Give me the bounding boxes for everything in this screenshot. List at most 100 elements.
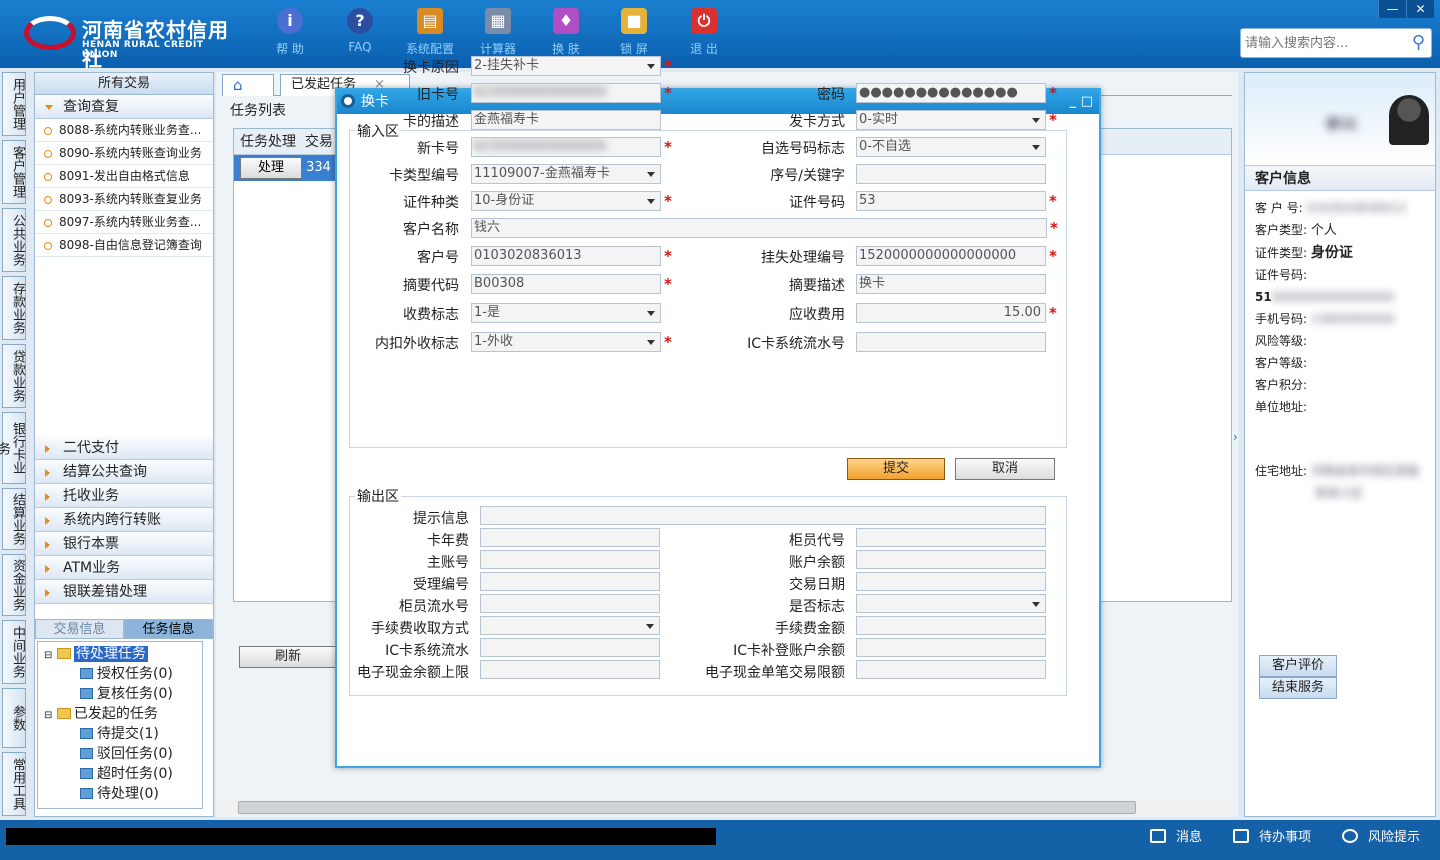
output-7-field[interactable]: [480, 660, 660, 679]
list-item[interactable]: 8091-发出自由格式信息: [35, 165, 213, 188]
settings-button[interactable]: ▤ 系统配置: [404, 8, 456, 57]
field-8-input[interactable]: B00308: [471, 274, 661, 294]
help-button[interactable]: i 帮 助: [264, 8, 316, 57]
tree-node[interactable]: 超时任务(0): [38, 764, 202, 784]
section-query[interactable]: 查询查复: [35, 95, 213, 119]
vtab-customer-mgmt[interactable]: 客户管理: [2, 140, 26, 204]
submit-button[interactable]: 提交: [847, 458, 945, 480]
risk-alert-button[interactable]: 风险提示: [1342, 828, 1420, 848]
output-r1-field[interactable]: [856, 550, 1046, 569]
field-1-input[interactable]: 6230000000000000: [471, 83, 661, 103]
calculator-button[interactable]: ▦ 计算器: [472, 8, 524, 57]
field-0-select[interactable]: 2-挂失补卡: [471, 56, 661, 76]
horizontal-scrollbar[interactable]: [222, 800, 1232, 815]
output-r4-field[interactable]: [856, 616, 1046, 635]
tree-node[interactable]: 复核任务(0): [38, 684, 202, 704]
field-7-input[interactable]: 0103020836013: [471, 246, 661, 266]
field-r4-input[interactable]: 53: [856, 191, 1046, 211]
output-r0-field[interactable]: [856, 528, 1046, 547]
vtab-params[interactable]: 参数: [2, 688, 26, 748]
section-atm[interactable]: ATM业务: [35, 556, 213, 580]
output-r5-field[interactable]: [856, 638, 1046, 657]
tab-task-info[interactable]: 任务信息: [124, 619, 213, 639]
vtab-tools[interactable]: 常用工具: [2, 752, 26, 816]
scrollbar-thumb[interactable]: [238, 801, 1136, 814]
minimize-dialog-button[interactable]: _: [1070, 94, 1077, 109]
vtab-public-business[interactable]: 公共业务: [2, 208, 26, 272]
tree-node[interactable]: 待处理(0): [38, 784, 202, 804]
field-6-input[interactable]: 钱六: [471, 218, 1047, 238]
collapse-icon[interactable]: ⊟: [44, 710, 52, 721]
all-transactions-header[interactable]: 所有交易: [35, 73, 213, 95]
field-r5-input[interactable]: 1520000000000000000: [856, 246, 1046, 266]
maximize-dialog-button[interactable]: □: [1081, 94, 1093, 109]
tree-node-initiated[interactable]: ⊟ 已发起的任务: [38, 704, 202, 724]
collapse-arrow-icon[interactable]: ›: [1233, 430, 1238, 444]
list-item[interactable]: 8093-系统内转账查复业务: [35, 188, 213, 211]
field-r2-select[interactable]: 0-不自选: [856, 137, 1046, 157]
process-button[interactable]: 处理: [240, 157, 302, 179]
section-settlement-query[interactable]: 结算公共查询: [35, 460, 213, 484]
field-5-select[interactable]: 10-身份证: [471, 191, 661, 211]
output-6-field[interactable]: [480, 638, 660, 657]
output-r3-field[interactable]: [856, 594, 1046, 613]
field-r1-select[interactable]: 0-实时: [856, 110, 1046, 130]
faq-button[interactable]: ? FAQ: [334, 8, 386, 54]
vtab-user-mgmt[interactable]: 用户管理: [2, 72, 26, 136]
messages-button[interactable]: 消息: [1150, 828, 1202, 848]
field-4-select[interactable]: 11109007-金燕福寿卡: [471, 164, 661, 184]
field-3-input[interactable]: 6230000000000000: [471, 137, 661, 157]
section-interbank-transfer[interactable]: 系统内跨行转账: [35, 508, 213, 532]
customer-rating-button[interactable]: 客户评价: [1259, 655, 1337, 677]
table-row[interactable]: 处理 334: [234, 155, 344, 181]
field-r8-input[interactable]: [856, 332, 1046, 352]
close-window-button[interactable]: ✕: [1406, 0, 1434, 18]
search-icon[interactable]: ⚲: [1412, 32, 1425, 53]
output-3-field[interactable]: [480, 572, 660, 591]
section-cashier-check[interactable]: 银行本票: [35, 532, 213, 556]
exit-button[interactable]: ⏻ 退 出: [678, 8, 730, 57]
output-0-field[interactable]: [480, 506, 1046, 525]
search-input[interactable]: [1241, 29, 1401, 57]
vtab-settlement[interactable]: 结算业务: [2, 488, 26, 550]
field-9-select[interactable]: 1-是: [471, 303, 661, 323]
collapse-icon[interactable]: ⊟: [44, 650, 52, 661]
field-r0-input[interactable]: ●●●●●●●●●●●●●●: [856, 83, 1046, 103]
field-10-select[interactable]: 1-外收: [471, 332, 661, 352]
skin-button[interactable]: ♦ 换 肤: [540, 8, 592, 57]
output-r6-field[interactable]: [856, 660, 1046, 679]
output-4-field[interactable]: [480, 594, 660, 613]
minimize-button[interactable]: —: [1378, 0, 1406, 18]
vtab-intermediate[interactable]: 中间业务: [2, 620, 26, 684]
cancel-button[interactable]: 取消: [955, 458, 1055, 480]
section-cnaps2[interactable]: 二代支付: [35, 436, 213, 460]
output-1-field[interactable]: [480, 528, 660, 547]
section-unionpay-error[interactable]: 银联差错处理: [35, 580, 213, 604]
tree-node[interactable]: 待提交(1): [38, 724, 202, 744]
tab-transaction-info[interactable]: 交易信息: [35, 619, 124, 639]
field-r3-input[interactable]: [856, 164, 1046, 184]
field-r6-input[interactable]: 换卡: [856, 274, 1046, 294]
end-service-button[interactable]: 结束服务: [1259, 677, 1337, 699]
list-item[interactable]: 8097-系统内转账业务查...: [35, 211, 213, 234]
output-5-field[interactable]: [480, 616, 660, 635]
tab-home[interactable]: ⌂: [222, 74, 274, 96]
tree-node[interactable]: 驳回任务(0): [38, 744, 202, 764]
vtab-deposit[interactable]: 存款业务: [2, 276, 26, 340]
list-item[interactable]: 8090-系统内转账查询业务: [35, 142, 213, 165]
list-item[interactable]: 8098-自由信息登记簿查询: [35, 234, 213, 257]
tree-node[interactable]: 授权任务(0): [38, 664, 202, 684]
output-2-field[interactable]: [480, 550, 660, 569]
refresh-button[interactable]: 刷新: [239, 646, 337, 668]
output-r2-field[interactable]: [856, 572, 1046, 591]
lock-button[interactable]: ■ 锁 屏: [608, 8, 660, 57]
vtab-bank-card[interactable]: 银行卡业务: [0, 412, 26, 484]
section-collection[interactable]: 托收业务: [35, 484, 213, 508]
field-2-input[interactable]: 金燕福寿卡: [471, 110, 661, 130]
list-item[interactable]: 8088-系统内转账业务查...: [35, 119, 213, 142]
tree-node-pending[interactable]: ⊟ 待处理任务: [38, 644, 202, 664]
vtab-funds[interactable]: 资金业务: [2, 554, 26, 616]
field-r7-input[interactable]: 15.00: [856, 303, 1046, 323]
todo-button[interactable]: 待办事项: [1233, 828, 1311, 848]
vtab-loan[interactable]: 贷款业务: [2, 344, 26, 408]
